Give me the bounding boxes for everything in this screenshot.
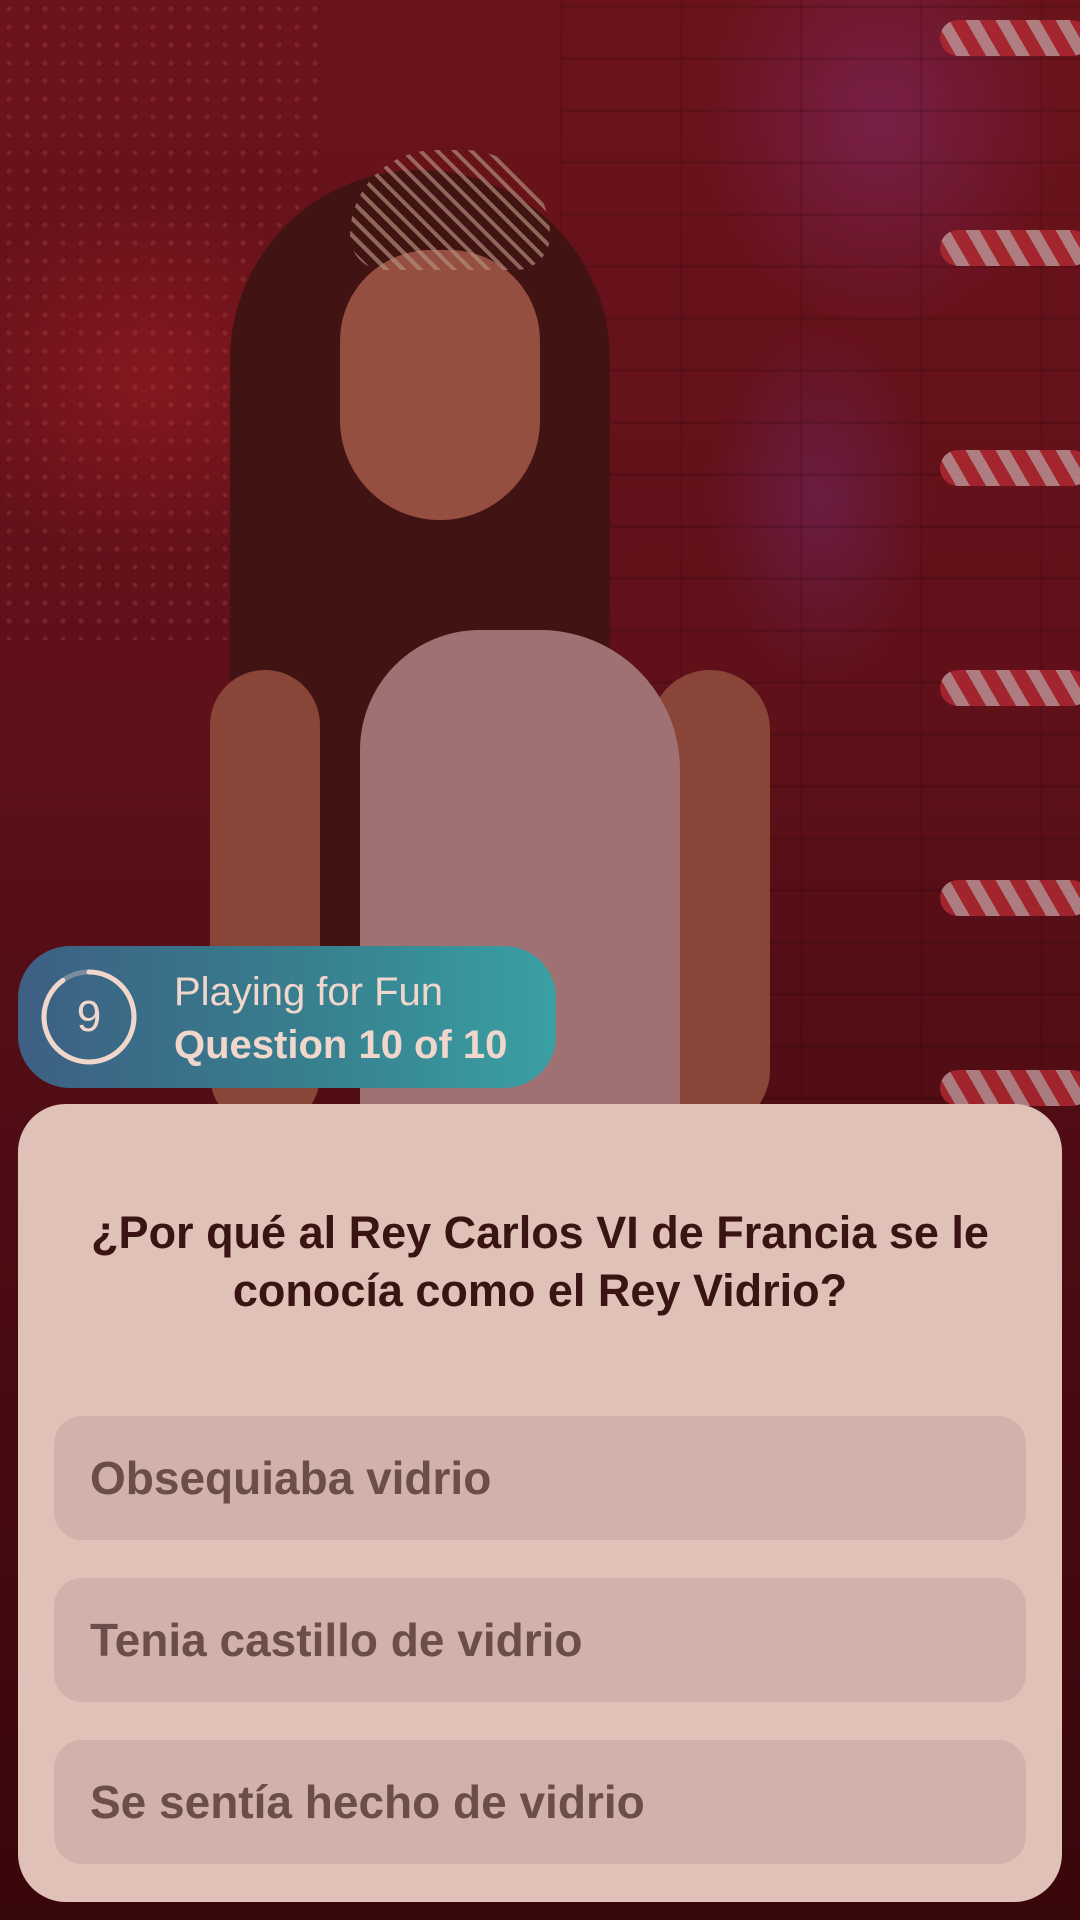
game-status-pill: 9 Playing for Fun Question 10 of 10 — [18, 946, 556, 1088]
answer-option-1[interactable]: Obsequiaba vidrio — [54, 1416, 1026, 1540]
answer-option-3[interactable]: Se sentía hecho de vidrio — [54, 1740, 1026, 1864]
answer-option-2[interactable]: Tenia castillo de vidrio — [54, 1578, 1026, 1702]
trivia-screen: 9 Playing for Fun Question 10 of 10 ¿Por… — [0, 0, 1080, 1920]
status-text-block: Playing for Fun Question 10 of 10 — [174, 966, 507, 1072]
game-mode-label: Playing for Fun — [174, 970, 444, 1014]
question-text: ¿Por qué al Rey Carlos VI de Francia se … — [91, 1207, 989, 1316]
countdown-value: 9 — [76, 992, 102, 1041]
question-progress-label: Question 10 of 10 — [174, 1023, 508, 1067]
countdown-timer: 9 — [40, 968, 138, 1066]
question-card: ¿Por qué al Rey Carlos VI de Francia se … — [18, 1104, 1062, 1902]
